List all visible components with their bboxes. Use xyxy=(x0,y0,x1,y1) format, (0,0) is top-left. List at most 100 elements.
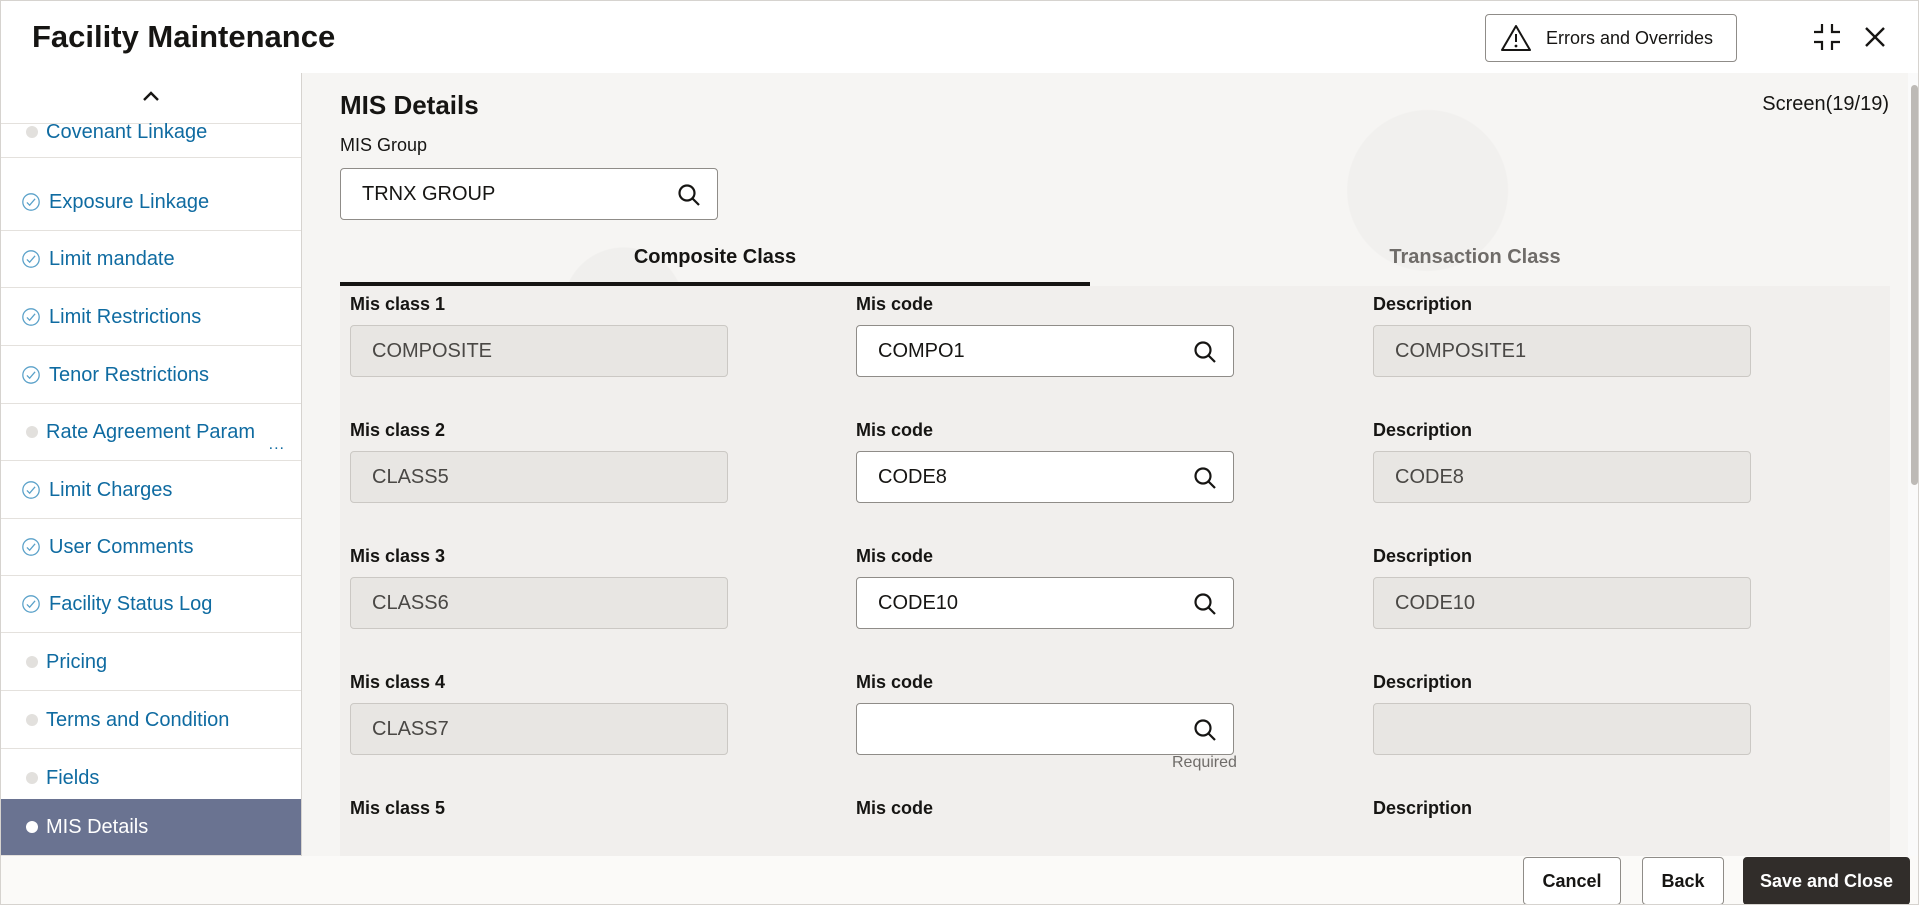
mis-class-value: CLASS6 xyxy=(372,591,449,614)
sidebar-item-label: Pricing xyxy=(46,650,108,673)
completed-check-icon xyxy=(21,307,41,327)
description-field: CODE10 xyxy=(1373,577,1751,629)
description-value: CODE8 xyxy=(1395,465,1464,488)
tab-label: Transaction Class xyxy=(1389,245,1561,268)
chevron-up-icon xyxy=(142,89,160,107)
facility-maintenance-window: Facility Maintenance Errors and Override… xyxy=(0,0,1919,905)
warning-icon xyxy=(1500,24,1532,52)
sidebar-item-tenor-restrictions[interactable]: Tenor Restrictions xyxy=(1,347,301,404)
mis-code-value: CODE8 xyxy=(878,465,947,488)
mis-class-field: CLASS7 xyxy=(350,703,728,755)
save-and-close-button[interactable]: Save and Close xyxy=(1743,857,1910,904)
sidebar-item-mis-details[interactable]: MIS Details xyxy=(1,799,301,856)
screen-counter: Screen(19/19) xyxy=(1762,93,1889,115)
search-icon[interactable] xyxy=(1193,466,1217,490)
description-field: COMPOSITE1 xyxy=(1373,325,1751,377)
description-field xyxy=(1373,703,1751,755)
mis-group-label: MIS Group xyxy=(340,135,428,155)
sidebar-item-label: Covenant Linkage xyxy=(46,120,208,143)
sidebar-item-label: MIS Details xyxy=(46,815,149,838)
description-value: COMPOSITE1 xyxy=(1395,339,1527,362)
search-icon[interactable] xyxy=(1193,340,1217,364)
description-label: Description xyxy=(1373,672,1473,692)
window-title: Facility Maintenance xyxy=(32,19,336,54)
mis-group-input[interactable]: TRNX GROUP xyxy=(340,168,718,220)
mis-class-value: CLASS7 xyxy=(372,717,449,740)
sidebar-item-limit-charges[interactable]: Limit Charges xyxy=(1,462,301,519)
class-tabs: Composite Class Transaction Class xyxy=(340,228,1890,286)
mis-group-value: TRNX GROUP xyxy=(362,182,496,205)
description-label: Description xyxy=(1373,798,1473,818)
sidebar-item-pricing[interactable]: Pricing xyxy=(1,634,301,691)
sidebar-item-label: Facility Status Log xyxy=(49,592,213,615)
footer-bar xyxy=(1,856,1918,904)
mis-code-label: Mis code xyxy=(856,294,934,314)
minimize-icon[interactable] xyxy=(1811,21,1843,53)
mis-class-field: CLASS6 xyxy=(350,577,728,629)
mis-code-value: CODE10 xyxy=(878,591,959,614)
sidebar-item-rate-agreement-param[interactable]: Rate Agreement Param... xyxy=(1,404,301,461)
back-button[interactable]: Back xyxy=(1642,857,1724,904)
search-icon[interactable] xyxy=(677,183,701,207)
mis-class-label: Mis class 5 xyxy=(350,798,446,818)
main-scrollbar[interactable] xyxy=(1908,73,1918,856)
description-label: Description xyxy=(1373,294,1473,314)
mis-class-label: Mis class 4 xyxy=(350,672,446,692)
sidebar-item-label: Exposure Linkage xyxy=(49,190,210,213)
description-label: Description xyxy=(1373,420,1473,440)
mis-code-input[interactable]: CODE10 xyxy=(856,577,1234,629)
description-value: CODE10 xyxy=(1395,591,1476,614)
sidebar-item-label: User Comments xyxy=(49,535,194,558)
mis-code-input[interactable]: CODE8 xyxy=(856,451,1234,503)
sidebar-item-label: Limit Restrictions xyxy=(49,305,202,328)
required-hint: Required xyxy=(1172,754,1237,771)
tab-composite-class[interactable]: Composite Class xyxy=(340,228,1090,286)
sidebar-item-label: Limit mandate xyxy=(49,247,175,270)
completed-check-icon xyxy=(21,480,41,500)
completed-check-icon xyxy=(21,594,41,614)
sidebar-item-label: Rate Agreement Param xyxy=(46,420,255,443)
sidebar-item-label: Tenor Restrictions xyxy=(49,363,210,386)
mis-code-label: Mis code xyxy=(856,546,934,566)
sidebar-item-facility-status-log[interactable]: Facility Status Log xyxy=(1,576,301,633)
step-dot-icon xyxy=(26,714,38,726)
mis-code-value: COMPO1 xyxy=(878,339,965,362)
sidebar-item-terms-and-condition[interactable]: Terms and Condition xyxy=(1,692,301,749)
more-ellipsis-icon: ... xyxy=(268,436,285,453)
sidebar-item-limit-restrictions[interactable]: Limit Restrictions xyxy=(1,289,301,346)
section-title: MIS Details xyxy=(340,90,479,120)
completed-check-icon xyxy=(21,249,41,269)
tab-transaction-class[interactable]: Transaction Class xyxy=(1100,228,1850,286)
completed-check-icon xyxy=(21,365,41,385)
main-content: MIS Details Screen(19/19) MIS Group TRNX… xyxy=(302,73,1910,856)
train-stop-sidebar: Covenant Linkage Exposure Linkage Limit ma… xyxy=(1,73,302,856)
tab-label: Composite Class xyxy=(633,245,797,268)
cancel-button[interactable]: Cancel xyxy=(1523,857,1621,904)
sidebar-item-limit-mandate[interactable]: Limit mandate xyxy=(1,231,301,288)
step-dot-icon xyxy=(26,821,38,833)
mis-code-input[interactable] xyxy=(856,703,1234,755)
close-icon[interactable] xyxy=(1859,21,1891,53)
mis-class-field: CLASS5 xyxy=(350,451,728,503)
mis-class-field: COMPOSITE xyxy=(350,325,728,377)
description-label: Description xyxy=(1373,546,1473,566)
mis-code-label: Mis code xyxy=(856,672,934,692)
step-dot-icon xyxy=(26,126,38,138)
mis-code-input[interactable]: COMPO1 xyxy=(856,325,1234,377)
main-scrollbar-thumb[interactable] xyxy=(1911,85,1918,485)
composite-class-panel: Mis class 1 Mis code Description COMPOSITE C… xyxy=(340,286,1890,856)
errors-and-overrides-button[interactable]: Errors and Overrides xyxy=(1485,14,1737,62)
sidebar-item-exposure-linkage[interactable]: Exposure Linkage xyxy=(1,174,301,231)
completed-check-icon xyxy=(21,537,41,557)
sidebar-item-covenant-linkage[interactable]: Covenant Linkage xyxy=(1,107,301,158)
step-dot-icon xyxy=(26,772,38,784)
search-icon[interactable] xyxy=(1193,592,1217,616)
step-dot-icon xyxy=(26,656,38,668)
search-icon[interactable] xyxy=(1193,718,1217,742)
sidebar-item-label: Terms and Condition xyxy=(46,708,230,731)
sidebar-item-user-comments[interactable]: User Comments xyxy=(1,519,301,576)
mis-class-value: COMPOSITE xyxy=(372,339,493,362)
mis-class-value: CLASS5 xyxy=(372,465,449,488)
errors-and-overrides-label: Errors and Overrides xyxy=(1546,27,1714,48)
sidebar-item-label: Limit Charges xyxy=(49,478,173,501)
